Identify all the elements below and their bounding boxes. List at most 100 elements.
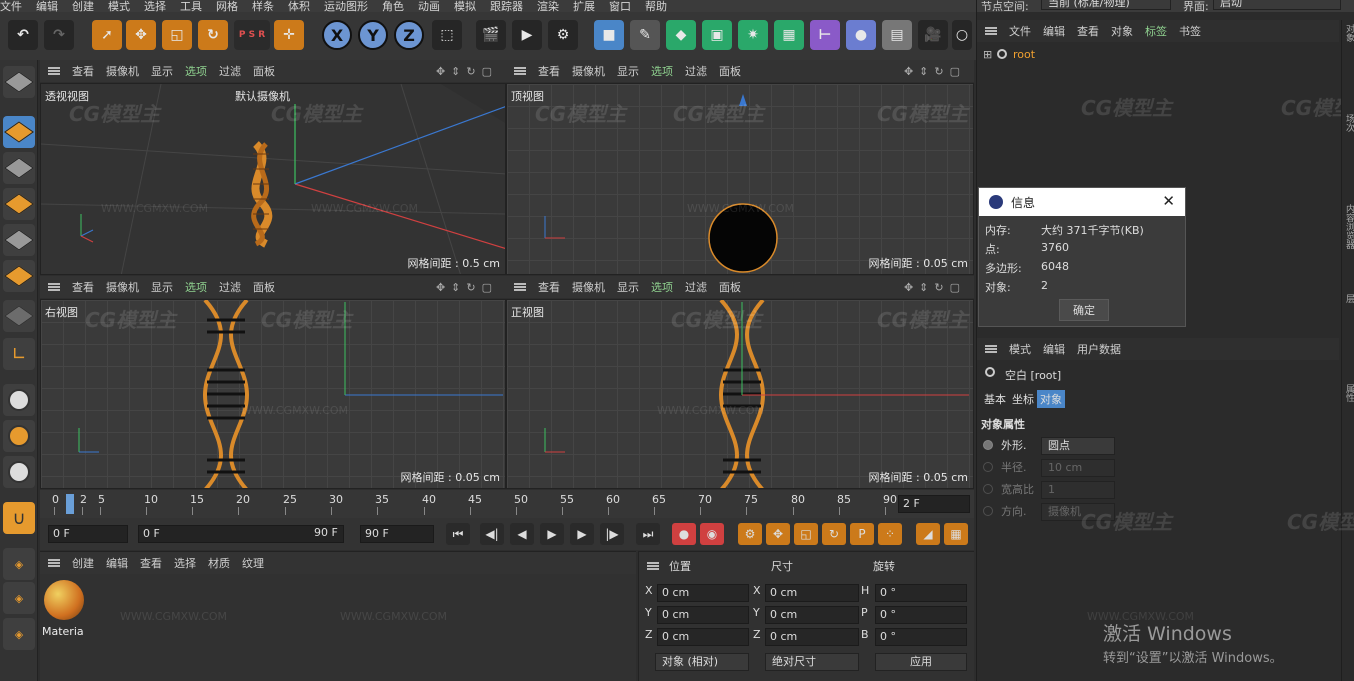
menu-item[interactable]: 动画	[418, 1, 440, 12]
psr-button[interactable]: P S R	[234, 20, 270, 50]
size-mode-select[interactable]: 绝对尺寸	[765, 653, 859, 671]
vp-menu-filter[interactable]: 过滤	[685, 279, 707, 295]
undo-button[interactable]: ↶	[8, 20, 38, 50]
max-frame-field[interactable]: 90 F	[360, 525, 434, 543]
vp-menu-display[interactable]: 显示	[617, 63, 639, 79]
menu-item[interactable]: 扩展	[573, 1, 595, 12]
texture-mode-button[interactable]	[3, 152, 35, 184]
viewport-nav-icons[interactable]: ✥⇕↻▢	[436, 281, 498, 294]
current-frame-field[interactable]: 2 F	[898, 495, 970, 513]
vp-menu-filter[interactable]: 过滤	[685, 63, 707, 79]
menu-item[interactable]: 标签	[1145, 23, 1167, 39]
menu-item[interactable]: 网格	[216, 1, 238, 12]
rotation-field[interactable]: 0 °	[875, 584, 967, 602]
menu-icon[interactable]	[48, 67, 60, 75]
menu-item[interactable]: 角色	[382, 1, 404, 12]
record-button[interactable]: ●	[672, 523, 696, 545]
ok-button[interactable]: 确定	[1059, 299, 1109, 321]
menu-item[interactable]: 模式	[1009, 341, 1031, 357]
close-icon[interactable]: ✕	[1162, 192, 1175, 210]
vp-menu-filter[interactable]: 过滤	[219, 279, 241, 295]
menu-item[interactable]: 文件	[1009, 23, 1031, 39]
coord-mode-select[interactable]: 对象 (相对)	[655, 653, 749, 671]
mograph-icon[interactable]: ▦	[774, 20, 804, 50]
menu-item[interactable]: 书签	[1179, 23, 1201, 39]
menu-item[interactable]: 选择	[174, 555, 196, 571]
size-field[interactable]: 0 cm	[765, 628, 859, 646]
menu-item[interactable]: 编辑	[106, 555, 128, 571]
property-value[interactable]: 圆点	[1041, 437, 1115, 455]
menu-item[interactable]: 编辑	[1043, 23, 1065, 39]
key-settings-button[interactable]: ⚙	[738, 523, 762, 545]
menu-icon[interactable]	[514, 283, 526, 291]
floor-icon[interactable]: ▤	[882, 20, 912, 50]
timeline-ruler[interactable]: 2 F 0 2 5 10 15 20 25 30 35 40 45 50 55 60 65 70 75 80 85 9…	[40, 490, 974, 518]
position-field[interactable]: 0 cm	[657, 584, 749, 602]
edges-mode-button[interactable]	[3, 224, 35, 256]
animate-toggle-icon[interactable]	[983, 484, 993, 494]
side-tab[interactable]: 层	[1343, 294, 1354, 303]
size-field[interactable]: 0 cm	[765, 584, 859, 602]
menu-item[interactable]: 窗口	[609, 1, 631, 12]
render-settings-button[interactable]: ⚙	[548, 20, 578, 50]
menu-item[interactable]: 选择	[144, 1, 166, 12]
menu-item[interactable]: 模式	[108, 1, 130, 12]
attributes-tab[interactable]: 坐标	[1009, 390, 1037, 408]
attributes-tab[interactable]: 基本	[981, 390, 1009, 408]
vp-menu-display[interactable]: 显示	[151, 63, 173, 79]
lock-grid-icon[interactable]: ◈	[3, 582, 35, 614]
key-rotate-button[interactable]: ↻	[822, 523, 846, 545]
auto-key-button[interactable]: ◉	[700, 523, 724, 545]
start-frame-field[interactable]: 0 F	[48, 525, 128, 543]
vp-menu-panel[interactable]: 面板	[719, 279, 741, 295]
uv-mode-button[interactable]	[3, 300, 35, 332]
film-button[interactable]: ▦	[944, 523, 968, 545]
y-axis-button[interactable]: Y	[358, 20, 388, 50]
root-expand-icon[interactable]: ⊞	[983, 48, 992, 61]
vp-menu-display[interactable]: 显示	[151, 279, 173, 295]
side-tab[interactable]: 场次	[1343, 114, 1354, 132]
make-editable-button[interactable]	[3, 66, 35, 98]
scale-tool-button[interactable]: ◱	[162, 20, 192, 50]
vp-menu-options[interactable]: 选项	[185, 63, 207, 79]
menu-item[interactable]: 用户数据	[1077, 341, 1121, 357]
animate-toggle-icon[interactable]	[983, 506, 993, 516]
menu-item[interactable]: 纹理	[242, 555, 264, 571]
prev-frame-button[interactable]: ◀	[510, 523, 534, 545]
side-tab[interactable]: 属性	[1343, 384, 1354, 402]
key-param-button[interactable]: P	[850, 523, 874, 545]
field-icon[interactable]: ●	[846, 20, 876, 50]
sound-button[interactable]: ◢	[916, 523, 940, 545]
position-field[interactable]: 0 cm	[657, 628, 749, 646]
menu-item[interactable]: 工具	[180, 1, 202, 12]
viewport-nav-icons[interactable]: ✥⇕↻▢	[904, 281, 966, 294]
menu-item[interactable]: 样条	[252, 1, 274, 12]
menu-icon[interactable]	[985, 345, 997, 353]
vp-menu-panel[interactable]: 面板	[253, 279, 275, 295]
snap-s-orange-button[interactable]	[3, 420, 35, 452]
menu-item[interactable]: 创建	[72, 555, 94, 571]
pen-icon[interactable]: ✎	[630, 20, 660, 50]
menu-item[interactable]: 创建	[72, 1, 94, 12]
vp-menu-view[interactable]: 查看	[72, 63, 94, 79]
vp-menu-camera[interactable]: 摄像机	[572, 63, 605, 79]
menu-item[interactable]: 文件	[0, 1, 22, 12]
perspective-viewport[interactable]: 透视视图 默认摄像机 网格间距 : 0.5 cm CG模型主 CG模型主 WWW…	[40, 83, 506, 275]
vp-menu-view[interactable]: 查看	[538, 63, 560, 79]
attributes-tab[interactable]: 对象	[1037, 390, 1065, 408]
deformer-icon[interactable]: ⊢	[810, 20, 840, 50]
rotation-field[interactable]: 0 °	[875, 606, 967, 624]
animate-toggle-icon[interactable]	[983, 462, 993, 472]
menu-item[interactable]: 帮助	[645, 1, 667, 12]
right-viewport[interactable]: 右视图 网格间距 : 0.05 cm CG模型主 CG模型主 WWW.CGMXW…	[40, 299, 506, 489]
x-axis-button[interactable]: X	[322, 20, 352, 50]
menu-item[interactable]: 跟踪器	[490, 1, 523, 12]
cube-icon[interactable]: ■	[594, 20, 624, 50]
position-field[interactable]: 0 cm	[657, 606, 749, 624]
menu-item[interactable]: 查看	[1077, 23, 1099, 39]
select-tool-button[interactable]: ➚	[92, 20, 122, 50]
subdivision-icon[interactable]: ◆	[666, 20, 696, 50]
floor-grid-icon[interactable]: ◈	[3, 548, 35, 580]
menu-item[interactable]: 编辑	[1043, 341, 1065, 357]
size-field[interactable]: 0 cm	[765, 606, 859, 624]
